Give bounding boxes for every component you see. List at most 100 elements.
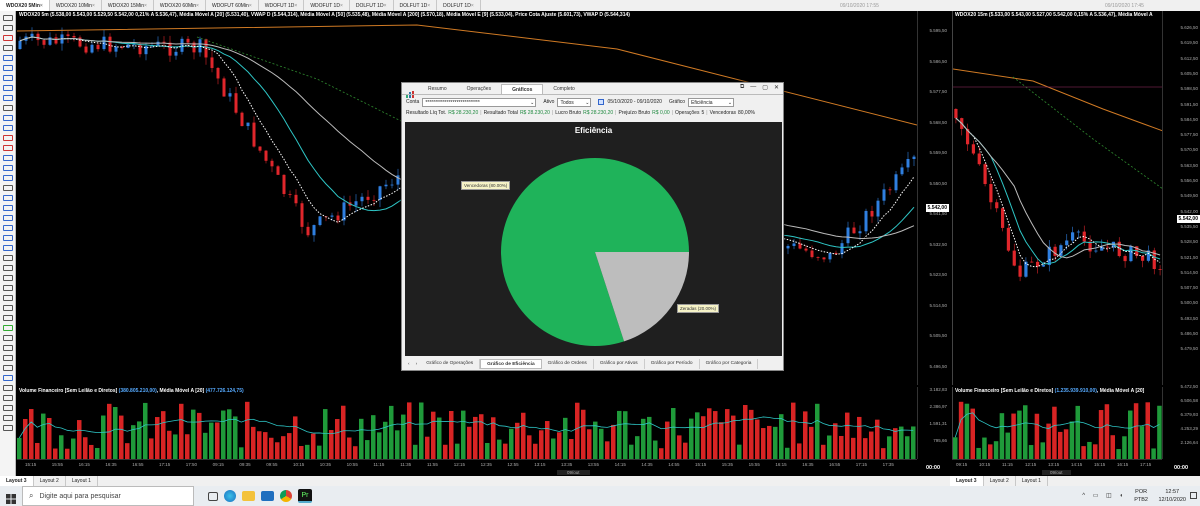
chart-tab[interactable]: WDOX20 10Min × — [50, 0, 102, 11]
close-icon[interactable]: ✕ — [774, 84, 779, 91]
performance-report-dialog[interactable]: Resumo Operações Gráficos Completo ⧉ — ▢ ✕ … — [401, 82, 784, 371]
taskbar-clock[interactable]: 12:57 12/10/2020 — [1158, 488, 1186, 504]
drawing-tool-icon[interactable] — [2, 195, 13, 201]
dialog-tab[interactable]: Resumo — [418, 84, 457, 94]
chart-type-tab[interactable]: Gráfico por Categoria — [700, 359, 759, 369]
close-tab-icon[interactable]: × — [384, 3, 387, 9]
drawing-tool-icon[interactable] — [2, 375, 13, 381]
drawing-tool-icon[interactable] — [2, 35, 13, 41]
chart-tab[interactable]: WDOX20 15Min × — [102, 0, 154, 11]
drawing-tool-icon[interactable] — [2, 315, 13, 321]
chart-tab[interactable]: WDOX20 5Min × — [0, 0, 50, 11]
layout-tab[interactable]: Layout 2 — [34, 476, 66, 486]
chart-tab[interactable]: WDOFUT 1D × — [304, 0, 350, 11]
left-price-axis[interactable]: 5.542,00 5.595,50 5.586,50 5.577,50 5.568,5… — [917, 11, 949, 385]
drawing-tool-icon[interactable] — [2, 405, 13, 411]
drawing-tool-icon[interactable] — [2, 185, 13, 191]
drawing-tool-icon[interactable] — [2, 145, 13, 151]
drawing-tool-icon[interactable] — [2, 275, 13, 281]
drawing-tool-icon[interactable] — [2, 155, 13, 161]
drawing-tool-icon[interactable] — [2, 215, 13, 221]
scroll-left-icon[interactable]: ‹ — [405, 362, 413, 367]
taskbar-search-box[interactable]: ⌕ Digite aqui para pesquisar — [22, 486, 194, 506]
close-tab-icon[interactable]: × — [144, 3, 147, 9]
dialog-tab[interactable]: Completo — [543, 84, 584, 94]
minimize-icon[interactable]: — — [750, 84, 756, 91]
drawing-tool-icon[interactable] — [2, 265, 13, 271]
close-tab-icon[interactable]: × — [471, 3, 474, 9]
layout-tab[interactable]: Layout 3 — [0, 476, 34, 486]
drawing-tool-icon[interactable] — [2, 115, 13, 121]
edge-browser-icon[interactable] — [224, 490, 236, 502]
drawing-tool-icon[interactable] — [2, 345, 13, 351]
drawing-tool-icon[interactable] — [2, 325, 13, 331]
task-view-icon[interactable] — [208, 491, 218, 501]
drawing-tool-icon[interactable] — [2, 305, 13, 311]
drawing-tool-icon[interactable] — [2, 95, 13, 101]
chart-tab[interactable]: WDOX20 60Min × — [154, 0, 206, 11]
drawing-tool-icon[interactable] — [2, 15, 13, 21]
drawing-tool-icon[interactable] — [2, 205, 13, 211]
chart-tab[interactable]: DOLFUT 1D × — [394, 0, 438, 11]
drawing-tool-icon[interactable] — [2, 395, 13, 401]
drawing-tool-icon[interactable] — [2, 25, 13, 31]
drawing-tool-icon[interactable] — [2, 75, 13, 81]
drawing-tool-icon[interactable] — [2, 415, 13, 421]
chart-tab[interactable]: WDOFUT 1D × — [259, 0, 305, 11]
chart-tab[interactable]: DOLFUT 1D × — [437, 0, 481, 11]
chart-type-tab[interactable]: Gráfico de Operações — [420, 359, 481, 369]
drawing-tool-icon[interactable] — [2, 125, 13, 131]
date-range[interactable]: 05/10/2020 - 09/10/2020 — [607, 99, 662, 105]
drawing-tool-icon[interactable] — [2, 245, 13, 251]
drawing-tool-icon[interactable] — [2, 55, 13, 61]
chart-type-tab[interactable]: Gráfico por Ativos — [594, 359, 645, 369]
close-tab-icon[interactable]: × — [40, 3, 43, 9]
notification-icon[interactable] — [1190, 492, 1197, 499]
dialog-tab[interactable]: Gráficos — [501, 84, 544, 94]
drawing-tool-icon[interactable] — [2, 165, 13, 171]
right-price-axis[interactable]: 5.542,00 5.626,50 5.619,50 5.612,50 5.605,5… — [1162, 11, 1200, 385]
drawing-tool-icon[interactable] — [2, 45, 13, 51]
dialog-tab[interactable]: Operações — [457, 84, 501, 94]
drawing-tool-icon[interactable] — [2, 175, 13, 181]
drawing-tool-icon[interactable] — [2, 235, 13, 241]
chart-type-tab[interactable]: Gráfico de Ordens — [542, 359, 594, 369]
system-tray-icons[interactable]: ^ ▭ ◫ ◖ — [1082, 492, 1126, 499]
chart-tab[interactable]: WDOFUT 60Min × — [206, 0, 259, 11]
ativo-select[interactable]: Todos ⌄ — [557, 97, 592, 107]
windows-start-icon[interactable] — [6, 491, 16, 504]
profit-app-icon[interactable]: Pr — [298, 489, 312, 503]
drawing-tool-icon[interactable] — [2, 105, 13, 111]
conta-select[interactable]: **************************** ⌄ — [422, 97, 537, 107]
drawing-tool-icon[interactable] — [2, 85, 13, 91]
layout-tab[interactable]: Layout 2 — [984, 476, 1016, 486]
drawing-tool-icon[interactable] — [2, 385, 13, 391]
file-explorer-icon[interactable] — [242, 491, 255, 501]
drawing-tool-icon[interactable] — [2, 355, 13, 361]
chart-tab[interactable]: DOLFUT 1D × — [350, 0, 394, 11]
drawing-tool-icon[interactable] — [2, 225, 13, 231]
drawing-tool-icon[interactable] — [2, 365, 13, 371]
grafico-select[interactable]: Eficiência ⌄ — [688, 97, 735, 107]
chrome-icon[interactable] — [280, 490, 292, 502]
close-tab-icon[interactable]: × — [427, 3, 430, 9]
close-tab-icon[interactable]: × — [294, 3, 297, 9]
drawing-tool-icon[interactable] — [2, 295, 13, 301]
chart-type-tab[interactable]: Gráfico de Eficiência — [480, 359, 542, 369]
drawing-tool-icon[interactable] — [2, 65, 13, 71]
close-tab-icon[interactable]: × — [249, 3, 252, 9]
layout-tab[interactable]: Layout 1 — [66, 476, 98, 486]
right-volume-panel[interactable]: Volume Financeiro [Sem Leilão e Diretos]… — [952, 387, 1162, 459]
scroll-right-icon[interactable]: › — [413, 362, 421, 367]
maximize-icon[interactable]: ▢ — [762, 84, 768, 91]
input-language[interactable]: POR PTB2 — [1134, 488, 1148, 504]
close-tab-icon[interactable]: × — [92, 3, 95, 9]
mail-icon[interactable] — [261, 491, 274, 501]
close-tab-icon[interactable]: × — [196, 3, 199, 9]
layout-tab[interactable]: Layout 1 — [1016, 476, 1048, 486]
drawing-tool-icon[interactable] — [2, 335, 13, 341]
chart-type-tab[interactable]: Gráfico por Período — [645, 359, 700, 369]
left-volume-panel[interactable]: Volume Financeiro [Sem Leilão e Diretos]… — [17, 387, 917, 459]
drawing-tool-icon[interactable] — [2, 135, 13, 141]
drawing-tool-icon[interactable] — [2, 255, 13, 261]
